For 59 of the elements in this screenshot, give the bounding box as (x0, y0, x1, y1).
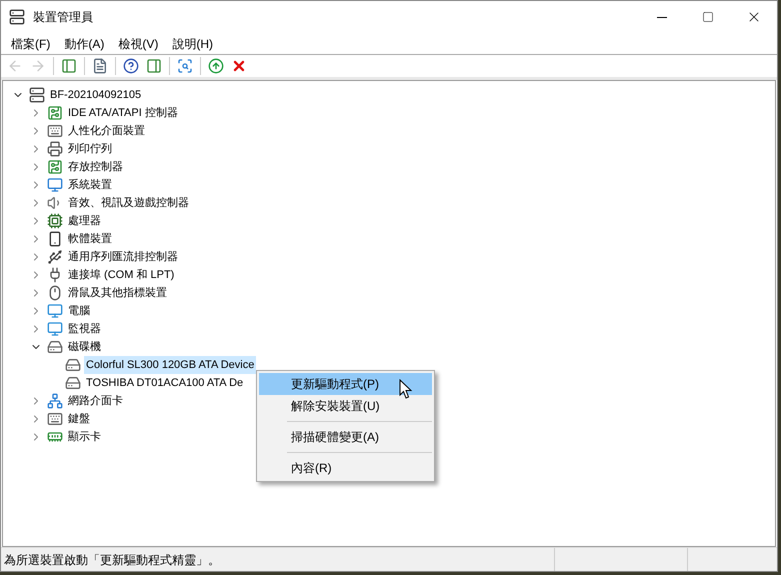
tree-item[interactable]: 電腦 (66, 302, 92, 320)
mouse-pointer-icon (399, 379, 413, 400)
mouse-icon (47, 285, 63, 301)
menu-item[interactable]: 說明(H) (166, 34, 219, 52)
tree-item[interactable]: 通用序列匯流排控制器 (66, 248, 180, 266)
hard-drive-icon (65, 375, 81, 391)
monitor-icon (47, 303, 63, 319)
tree-item[interactable]: 連接埠 (COM 和 LPT) (66, 266, 176, 284)
close-icon (231, 58, 247, 74)
toolbar-button[interactable] (121, 56, 141, 76)
context-menu-item[interactable]: 更新驅動程式(P) (259, 373, 432, 395)
network-icon (47, 393, 63, 409)
circuit-board-icon (47, 159, 63, 175)
context-menu-item[interactable]: 掃描硬體變更(A) (259, 426, 432, 448)
tree-item[interactable]: 軟體裝置 (66, 230, 114, 248)
device-icon (47, 231, 63, 247)
tree-item[interactable]: 網路介面卡 (66, 392, 125, 410)
tree-item[interactable]: 列印佇列 (66, 140, 114, 158)
circuit-board-icon (47, 105, 63, 121)
hard-drive-icon (65, 357, 81, 373)
tree-item[interactable]: 磁碟機 (66, 338, 103, 356)
chip-icon (47, 213, 63, 229)
tree-item[interactable]: 存放控制器 (66, 158, 125, 176)
printer-icon (47, 141, 63, 157)
monitor-icon (47, 177, 63, 193)
pane-icon (146, 58, 162, 74)
usb-icon (47, 249, 63, 265)
menu-item[interactable]: 檔案(F) (5, 34, 56, 52)
tree-item[interactable]: 人性化介面裝置 (66, 122, 147, 140)
monitor-icon (47, 321, 63, 337)
tree-item[interactable]: BF-202104092105 (48, 86, 144, 104)
tree-item[interactable]: TOSHIBA DT01ACA100 ATA De (84, 374, 246, 392)
tree-item[interactable]: 滑鼠及其他指標裝置 (66, 284, 169, 302)
hard-drive-icon (47, 339, 63, 355)
tree-item[interactable]: 顯示卡 (66, 428, 103, 446)
tree-item[interactable]: 鍵盤 (66, 410, 92, 428)
app-icon (9, 9, 25, 25)
minimize-icon (657, 16, 667, 18)
keyboard-icon (47, 123, 63, 139)
update-icon (208, 58, 224, 74)
window-title: 裝置管理員 (33, 9, 93, 26)
keyboard-icon (47, 411, 63, 427)
menu-item[interactable]: 檢視(V) (112, 34, 164, 52)
context-menu-item[interactable]: 內容(R) (259, 457, 432, 479)
pane-icon (61, 58, 77, 74)
menu-item[interactable]: 動作(A) (58, 34, 110, 52)
tree-item[interactable]: IDE ATA/ATAPI 控制器 (66, 104, 180, 122)
context-menu-item[interactable]: 解除安裝裝置(U) (259, 395, 432, 417)
status-text: 為所選裝置啟動「更新驅動程式精靈」。 (3, 552, 221, 568)
document-icon (92, 58, 108, 74)
help-icon (123, 58, 139, 74)
maximize-icon (702, 11, 714, 23)
tree-item[interactable]: 監視器 (66, 320, 103, 338)
toolbar-button[interactable] (206, 56, 226, 76)
tree-item[interactable]: 系統裝置 (66, 176, 114, 194)
tree-item[interactable]: 音效、視訊及遊戲控制器 (66, 194, 191, 212)
scan-search-icon (177, 58, 193, 74)
tree-item[interactable]: 處理器 (66, 212, 103, 230)
tree-item[interactable]: Colorful SL300 120GB ATA Device (84, 356, 256, 374)
